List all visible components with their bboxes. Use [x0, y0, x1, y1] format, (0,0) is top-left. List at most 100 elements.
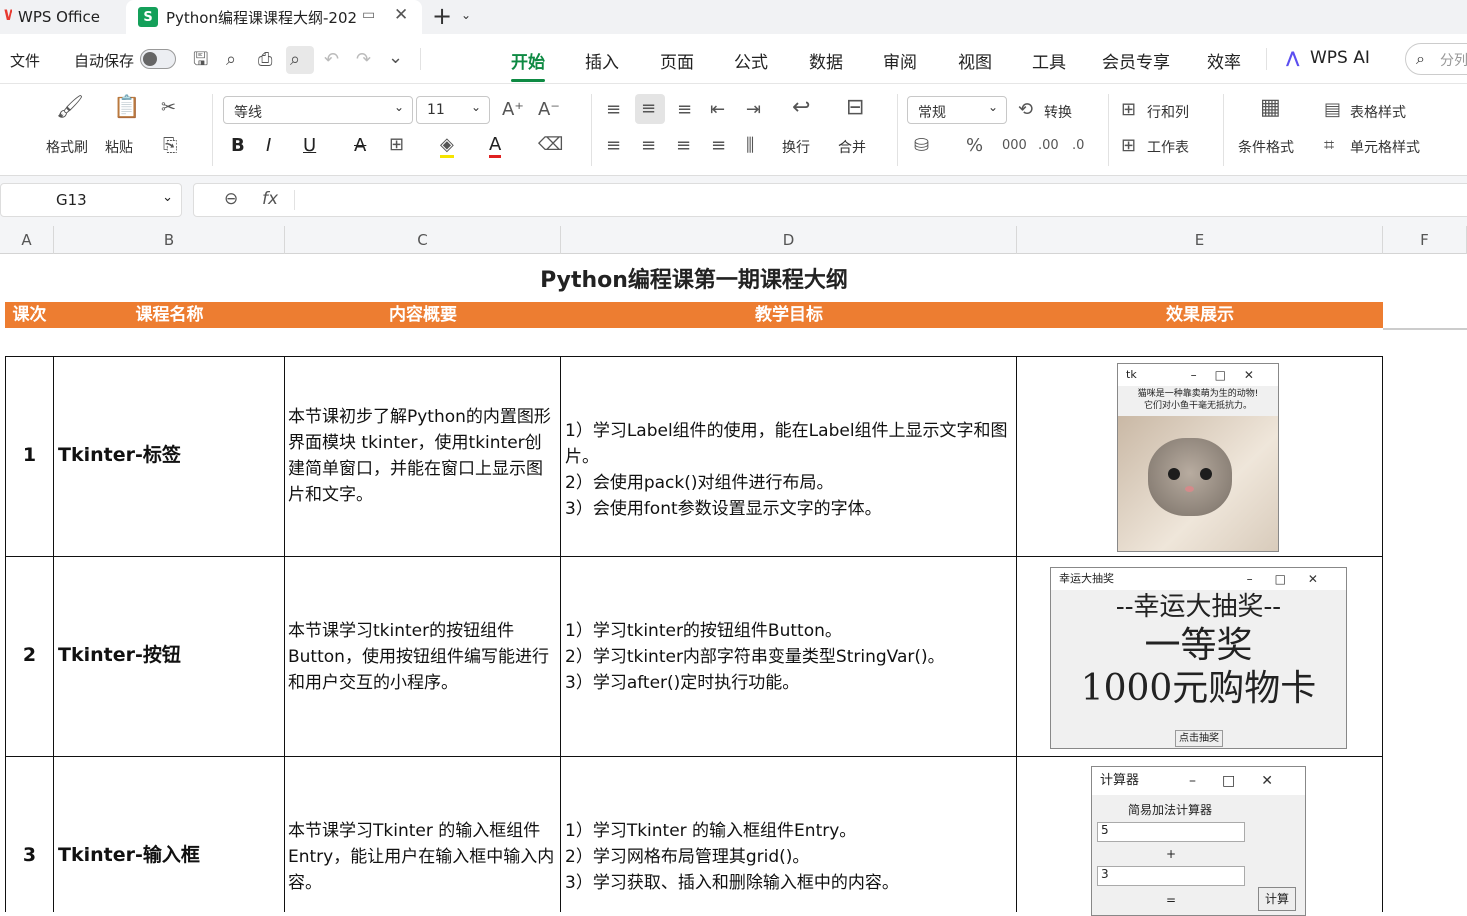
column-header-d[interactable]: D [561, 226, 1017, 254]
align-bottom-icon[interactable]: ≡ [677, 100, 692, 120]
paste-label[interactable]: 粘贴 [105, 137, 133, 157]
underline-icon[interactable]: U [303, 136, 316, 156]
align-middle-icon[interactable]: ≡ [635, 94, 665, 124]
menu-file[interactable]: 文件 [10, 50, 40, 71]
italic-icon[interactable]: I [266, 136, 271, 156]
column-header-a[interactable]: A [0, 226, 54, 254]
format-painter-label[interactable]: 格式刷 [46, 137, 88, 157]
worksheet-icon[interactable]: ⊞ [1121, 136, 1136, 156]
cell-style-label[interactable]: 单元格样式 [1350, 137, 1420, 157]
zoom-icon[interactable]: ⊖ [224, 189, 238, 209]
row2-summary[interactable]: 本节课学习tkinter的按钮组件Button，使用按钮组件编写能进行和用户交互… [288, 618, 556, 696]
row-col-icon[interactable]: ⊞ [1121, 100, 1136, 120]
row-col-label[interactable]: 行和列 [1147, 102, 1189, 122]
cut-icon[interactable]: ✂ [161, 98, 176, 118]
cell-style-icon[interactable]: ⌗ [1324, 136, 1334, 156]
decrease-decimal-icon[interactable]: .0 [1072, 136, 1084, 156]
menu-tab-member[interactable]: 会员专享 [1102, 48, 1170, 73]
sheet-grid[interactable]: Python编程课第一期课程大纲 课次 课程名称 内容概要 教学目标 效果展示 … [0, 254, 1467, 916]
currency-icon[interactable]: ⛁ [914, 136, 929, 156]
fill-color-icon[interactable]: ◈ [440, 135, 454, 158]
merge-icon[interactable]: ⊟ [846, 97, 864, 119]
row3-num[interactable]: 3 [6, 842, 53, 868]
find-icon[interactable]: ⌕ [226, 50, 236, 70]
table-style-icon[interactable]: ▤ [1324, 100, 1341, 120]
distribute-icon[interactable]: ⫼ [746, 136, 754, 156]
menu-tab-data[interactable]: 数据 [809, 48, 843, 73]
percent-icon[interactable]: % [966, 136, 983, 156]
menu-tab-view[interactable]: 视图 [958, 48, 992, 73]
row1-name[interactable]: Tkinter-标签 [58, 442, 181, 468]
row1-summary[interactable]: 本节课初步了解Python的内置图形界面模块 tkinter，使用tkinter… [288, 404, 556, 508]
format-painter-icon[interactable]: 🖌 [56, 97, 84, 119]
monitor-icon[interactable]: ▭ [362, 7, 375, 23]
menu-tab-home[interactable]: 开始 [511, 48, 545, 82]
tab-list-chevron-icon[interactable]: ⌄ [461, 8, 471, 22]
increase-decimal-icon[interactable]: .00 [1038, 136, 1059, 156]
row2-name[interactable]: Tkinter-按钮 [58, 642, 181, 668]
number-format-select[interactable]: 常规 ⌄ [907, 96, 1007, 124]
menu-tab-insert[interactable]: 插入 [585, 48, 619, 73]
formula-input[interactable]: ⊖ fx [193, 183, 1467, 217]
merge-label[interactable]: 合并 [838, 137, 866, 157]
column-header-e[interactable]: E [1017, 226, 1383, 254]
row1-goals[interactable]: 1）学习Label组件的使用，能在Label组件上显示文字和图片。 2）会使用p… [565, 418, 1013, 522]
menu-tab-formula[interactable]: 公式 [734, 48, 768, 73]
column-header-f[interactable]: F [1383, 226, 1467, 254]
menu-wps-ai[interactable]: WPS AI [1310, 48, 1370, 68]
row3-goals[interactable]: 1）学习Tkinter 的输入框组件Entry。 2）学习网格布局管理其grid… [565, 818, 1013, 896]
conditional-format-label[interactable]: 条件格式 [1238, 137, 1294, 157]
font-size-select[interactable]: 11 ⌄ [416, 96, 490, 124]
row1-num[interactable]: 1 [6, 442, 53, 468]
print-preview-icon[interactable]: ⌕ [286, 46, 314, 74]
more-chevron-icon[interactable]: ⌄ [388, 48, 403, 68]
thousands-icon[interactable]: 000 [1002, 136, 1027, 156]
increase-font-icon[interactable]: A⁺ [502, 100, 524, 120]
tab-wps-home[interactable]: W WPS Office [0, 0, 120, 34]
indent-increase-icon[interactable]: ⇥ [746, 100, 761, 120]
search-box[interactable]: ⌕ 分列 [1405, 43, 1467, 75]
column-header-c[interactable]: C [285, 226, 561, 254]
align-left-icon[interactable]: ≡ [606, 136, 621, 156]
print-icon[interactable]: ⎙ [258, 50, 272, 70]
tab-document[interactable]: S Python编程课课程大纲-202 ▭ ✕ [126, 0, 422, 34]
row2-goals[interactable]: 1）学习tkinter的按钮组件Button。 2）学习tkinter内部字符串… [565, 618, 1013, 696]
indent-decrease-icon[interactable]: ⇤ [710, 100, 725, 120]
row3-summary[interactable]: 本节课学习Tkinter 的输入框组件Entry，能让用户在输入框中输入内容。 [288, 818, 556, 896]
align-right-icon[interactable]: ≡ [676, 136, 691, 156]
conditional-format-icon[interactable]: ▦ [1260, 97, 1281, 119]
copy-icon[interactable]: ⎘ [163, 136, 177, 156]
align-top-icon[interactable]: ≡ [606, 100, 621, 120]
clear-icon[interactable]: ⌫ [538, 135, 563, 155]
strikethrough-icon[interactable]: A [354, 136, 366, 156]
redo-icon[interactable]: ↷ [356, 50, 371, 70]
save-icon[interactable]: 🖫 [193, 50, 208, 70]
paste-icon[interactable]: 📋 [113, 97, 140, 119]
name-box[interactable]: G13 ⌄ [0, 183, 182, 217]
column-header-b[interactable]: B [54, 226, 285, 254]
table-style-label[interactable]: 表格样式 [1350, 102, 1406, 122]
row3-name[interactable]: Tkinter-输入框 [58, 842, 200, 868]
font-name-select[interactable]: 等线 ⌄ [223, 96, 413, 124]
new-tab-icon[interactable]: + [432, 2, 452, 30]
border-icon[interactable]: ⊞ [389, 135, 404, 155]
decrease-font-icon[interactable]: A⁻ [538, 100, 560, 120]
menu-tab-review[interactable]: 审阅 [883, 48, 917, 73]
align-center-icon[interactable]: ≡ [641, 136, 656, 156]
convert-label[interactable]: 转换 [1044, 102, 1072, 122]
convert-icon[interactable]: ⟲ [1018, 100, 1033, 120]
fx-icon[interactable]: fx [262, 189, 278, 209]
autosave-toggle[interactable] [140, 49, 176, 69]
menu-tab-tools[interactable]: 工具 [1032, 48, 1066, 73]
menu-tab-page[interactable]: 页面 [660, 48, 694, 73]
font-color-icon[interactable]: A [489, 135, 502, 158]
bold-icon[interactable]: B [231, 136, 245, 156]
worksheet-label[interactable]: 工作表 [1147, 137, 1189, 157]
row2-num[interactable]: 2 [6, 642, 53, 668]
menu-tab-efficiency[interactable]: 效率 [1207, 48, 1241, 73]
close-tab-icon[interactable]: ✕ [394, 5, 408, 25]
wrap-label[interactable]: 换行 [782, 137, 810, 157]
justify-icon[interactable]: ≡ [711, 136, 726, 156]
undo-icon[interactable]: ↶ [324, 50, 339, 70]
wrap-icon[interactable]: ↩ [792, 97, 810, 119]
